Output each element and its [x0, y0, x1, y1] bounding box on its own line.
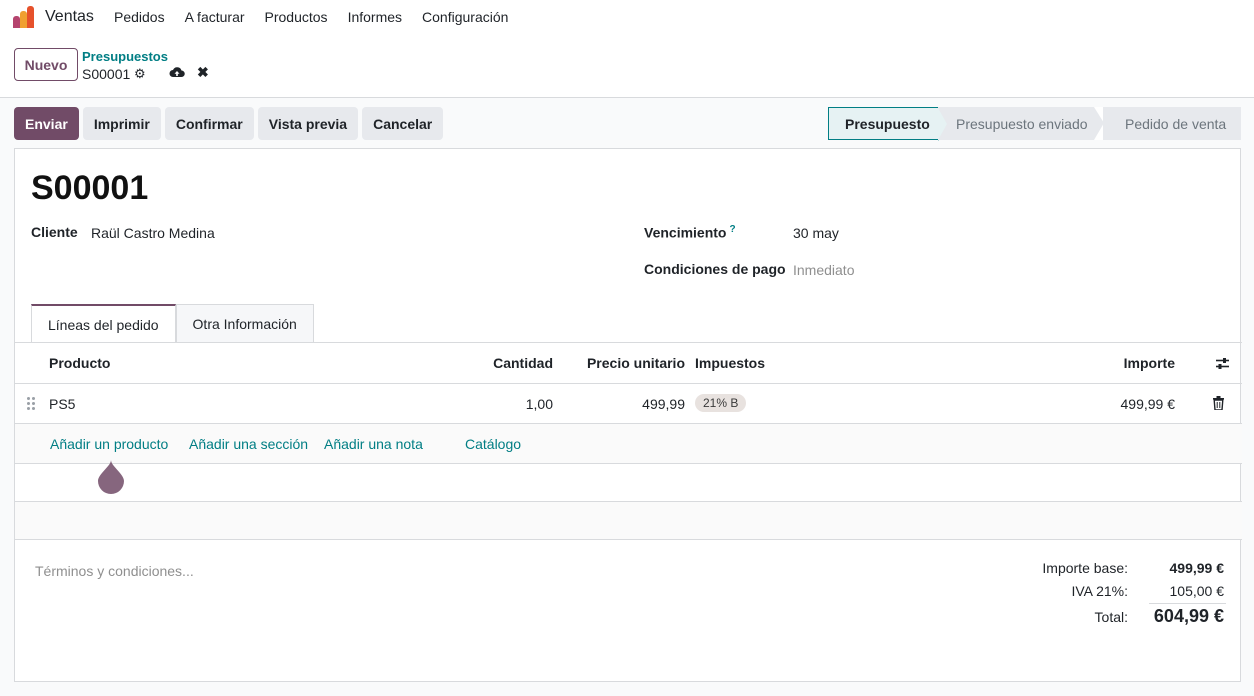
- divider: [1149, 603, 1226, 604]
- col-quantity[interactable]: Cantidad: [455, 355, 553, 371]
- empty-row: [15, 464, 1242, 502]
- table-header: Producto Cantidad Precio unitario Impues…: [15, 343, 1242, 384]
- main-menu: Pedidos A facturar Productos Informes Co…: [114, 9, 508, 25]
- tax-value: 105,00 €: [1169, 583, 1225, 599]
- terms-field[interactable]: Términos y condiciones...: [35, 563, 194, 579]
- untaxed-label: Importe base:: [1042, 560, 1128, 576]
- sales-app-icon[interactable]: [13, 6, 35, 28]
- untaxed-value: 499,99 €: [1169, 560, 1225, 576]
- trash-icon[interactable]: [1213, 396, 1224, 410]
- help-icon[interactable]: ?: [729, 224, 735, 235]
- row-unit-price[interactable]: 499,99: [575, 396, 685, 412]
- col-amount[interactable]: Importe: [1075, 355, 1175, 371]
- menu-item-informes[interactable]: Informes: [348, 9, 402, 25]
- col-unit-price[interactable]: Precio unitario: [575, 355, 685, 371]
- catalog-link[interactable]: Catálogo: [465, 436, 521, 452]
- col-product[interactable]: Producto: [49, 355, 110, 371]
- due-date-field[interactable]: 30 may: [793, 225, 839, 241]
- gear-icon[interactable]: ⚙: [134, 66, 146, 82]
- tab-other-info[interactable]: Otra Información: [175, 304, 314, 343]
- drag-handle-icon[interactable]: [27, 397, 37, 411]
- page-title: S00001: [31, 169, 149, 207]
- tax-label: IVA 21%:: [1071, 583, 1128, 599]
- total-label: Total:: [1094, 609, 1128, 625]
- menu-item-productos[interactable]: Productos: [265, 9, 328, 25]
- column-settings-icon[interactable]: [1215, 357, 1230, 370]
- customer-field[interactable]: Raül Castro Medina: [91, 225, 215, 241]
- empty-row: [15, 502, 1242, 540]
- cloud-upload-icon[interactable]: [169, 65, 185, 79]
- due-label-text: Vencimiento: [644, 224, 727, 241]
- stage-label: Pedido de venta: [1125, 115, 1227, 132]
- new-button[interactable]: Nuevo: [14, 48, 78, 81]
- tab-order-lines[interactable]: Líneas del pedido: [31, 304, 176, 343]
- send-button[interactable]: Enviar: [14, 107, 79, 140]
- notebook-tabs: Líneas del pedido Otra Información: [31, 304, 314, 343]
- col-taxes[interactable]: Impuestos: [695, 355, 765, 371]
- customer-label: Cliente: [31, 224, 78, 240]
- top-navbar: Ventas Pedidos A facturar Productos Info…: [0, 0, 1254, 36]
- control-panel: Nuevo Presupuestos S00001 ⚙ ✖: [0, 36, 1254, 98]
- form-sheet: S00001 Cliente Raül Castro Medina Vencim…: [14, 148, 1242, 682]
- breadcrumb-parent[interactable]: Presupuestos: [82, 49, 168, 64]
- add-product-link[interactable]: Añadir un producto: [50, 436, 168, 452]
- add-section-link[interactable]: Añadir una sección: [189, 436, 308, 452]
- add-note-link[interactable]: Añadir una nota: [324, 436, 423, 452]
- payment-terms-label: Condiciones de pago: [644, 261, 786, 277]
- row-quantity[interactable]: 1,00: [455, 396, 553, 412]
- stage-quotation-sent[interactable]: Presupuesto enviado: [938, 107, 1104, 140]
- due-label: Vencimiento?: [644, 224, 736, 241]
- status-bar: Presupuesto Presupuesto enviado Pedido d…: [828, 107, 1241, 141]
- menu-item-pedidos[interactable]: Pedidos: [114, 9, 165, 25]
- action-buttons: Enviar Imprimir Confirmar Vista previa C…: [14, 107, 444, 140]
- table-row[interactable]: PS5 1,00 499,99 21% B 499,99 €: [15, 384, 1242, 424]
- row-amount: 499,99 €: [1120, 396, 1176, 412]
- total-value: 604,99 €: [1153, 606, 1224, 626]
- add-line-row: Añadir un producto Añadir una sección Añ…: [15, 424, 1242, 464]
- tax-badge[interactable]: 21% B: [695, 394, 747, 412]
- row-product[interactable]: PS5: [49, 396, 75, 412]
- preview-button[interactable]: Vista previa: [257, 107, 359, 140]
- menu-item-a-facturar[interactable]: A facturar: [185, 9, 245, 25]
- cursor-drop-icon: [98, 460, 124, 494]
- stage-sales-order[interactable]: Pedido de venta: [1103, 107, 1241, 140]
- stage-label: Presupuesto: [845, 115, 930, 132]
- menu-item-configuracion[interactable]: Configuración: [422, 9, 508, 25]
- app-name[interactable]: Ventas: [45, 8, 94, 26]
- confirm-button[interactable]: Confirmar: [164, 107, 254, 140]
- stage-label: Presupuesto enviado: [956, 115, 1088, 132]
- payment-terms-field[interactable]: Inmediato: [793, 262, 854, 278]
- breadcrumb-current: S00001: [82, 66, 131, 82]
- discard-icon[interactable]: ✖: [197, 64, 209, 81]
- stage-quotation[interactable]: Presupuesto: [828, 107, 948, 141]
- cancel-button[interactable]: Cancelar: [362, 107, 444, 140]
- print-button[interactable]: Imprimir: [82, 107, 161, 140]
